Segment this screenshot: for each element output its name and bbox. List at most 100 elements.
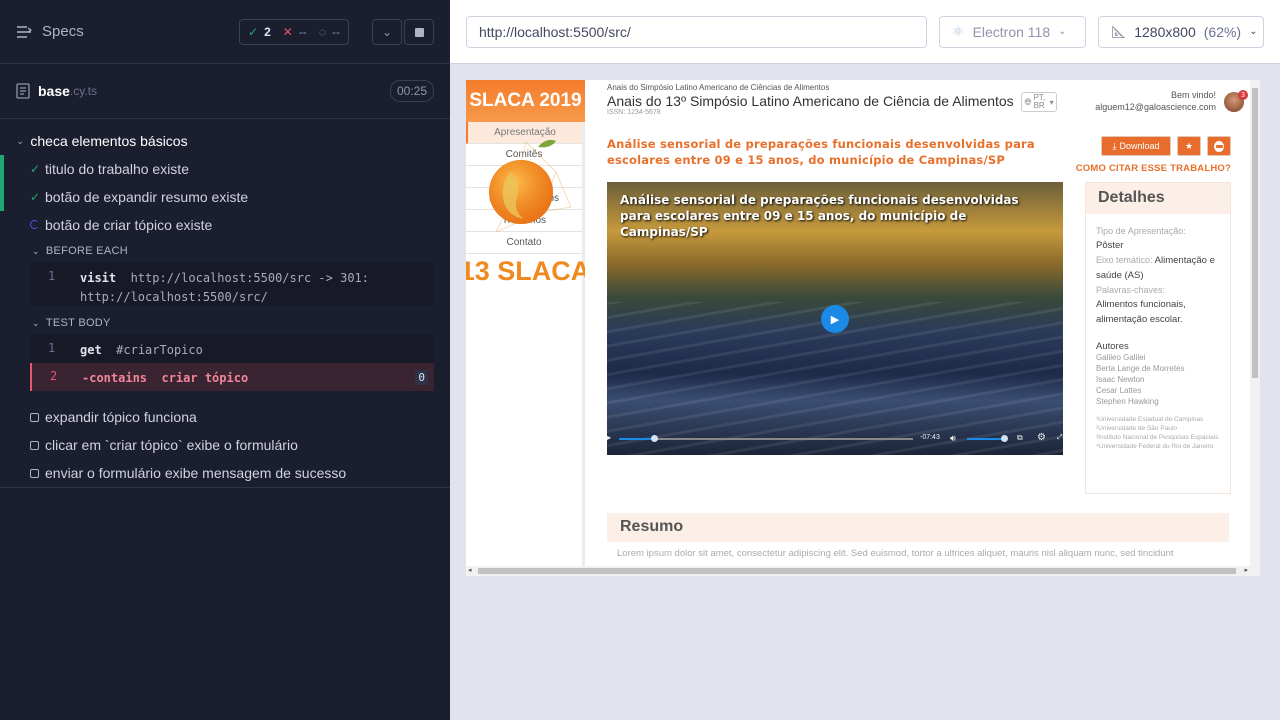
- check-icon: ✓: [248, 25, 259, 39]
- author-item[interactable]: Isaac Newton: [1086, 374, 1230, 385]
- author-item[interactable]: Stephen Hawking: [1086, 396, 1230, 407]
- affiliation-item: ⁴Universidade Federal do Rio de Janeiro: [1096, 443, 1214, 450]
- scroll-thumb[interactable]: [1252, 88, 1258, 378]
- captions-icon[interactable]: ⧉: [1017, 433, 1023, 443]
- horizontal-scrollbar[interactable]: ◂ ▸: [466, 566, 1260, 576]
- pending-icon: ◌: [318, 25, 326, 39]
- test-title: expandir tópico funciona: [45, 409, 197, 425]
- electron-icon: ⚛: [952, 23, 965, 39]
- test-row[interactable]: ✓ titulo do trabalho existe: [0, 155, 450, 183]
- paper-title: Análise sensorial de preparações funcion…: [607, 137, 1035, 167]
- play-button[interactable]: ▶: [821, 305, 849, 333]
- affiliation-list: ¹Universidade Estadual de Campinas ²Univ…: [1086, 415, 1230, 451]
- star-icon: ★: [1184, 140, 1194, 151]
- test-row-pending[interactable]: enviar o formulário exibe mensagem de su…: [0, 459, 450, 487]
- scroll-right-icon[interactable]: ▸: [1244, 566, 1248, 574]
- caret-down-icon: ▾: [1049, 97, 1054, 107]
- site-logo[interactable]: SLACA 2019: [466, 80, 585, 122]
- stats-summary: ✓ 2 ✕ -- ◌ --: [239, 19, 349, 45]
- specs-title[interactable]: Specs: [42, 23, 84, 40]
- x-icon: ✕: [282, 25, 293, 39]
- details-card: Detalhes Tipo de Apresentação: Pôster Ei…: [1085, 182, 1231, 494]
- welcome-text: Bem vindo!: [1170, 90, 1216, 100]
- volume-icon[interactable]: 🔊︎: [950, 433, 956, 444]
- command-name: -contains: [82, 371, 148, 385]
- language-selector[interactable]: 🌐︎ PT, BR ▾: [1021, 92, 1057, 112]
- progress-bar[interactable]: [619, 435, 913, 442]
- event-logo: 13 SLACA: [466, 122, 590, 297]
- affiliation-item: ²Universidade de São Paulo: [1096, 425, 1177, 432]
- event-logo-text: 13 SLACA: [466, 256, 585, 286]
- command-row[interactable]: 1 visit http://localhost:5500/src -> 301…: [30, 263, 434, 305]
- stop-button[interactable]: [404, 19, 434, 45]
- video-title: Análise sensorial de preparações funcion…: [620, 193, 1019, 239]
- pending-icon: [30, 412, 39, 422]
- viewport-size: 1280x800: [1134, 23, 1196, 40]
- before-each-hook[interactable]: ⌄ BEFORE EACH: [0, 239, 450, 263]
- command-arg: criar tópico: [161, 371, 249, 385]
- eixo-label: Eixo temático:: [1096, 255, 1153, 265]
- header-title: Anais do 13º Simpósio Latino Americano d…: [607, 93, 1014, 109]
- details-title: Detalhes: [1086, 183, 1230, 214]
- test-row[interactable]: ✓ botão de expandir resumo existe: [0, 183, 450, 211]
- chevron-down-button[interactable]: ⌄: [372, 19, 402, 45]
- progress-fill: [619, 438, 655, 440]
- progress-handle[interactable]: [651, 435, 659, 442]
- chevron-down-icon: ⌄: [381, 25, 393, 39]
- download-button[interactable]: ⤓ Download: [1101, 136, 1171, 156]
- author-item[interactable]: Berta Lange de Morretes: [1086, 363, 1230, 374]
- test-title: clicar em `criar tópico` exibe o formulá…: [45, 437, 298, 453]
- command-row[interactable]: 1 get #criarTopico: [30, 335, 434, 363]
- pending-icon: [30, 468, 39, 478]
- hook-label: TEST BODY: [45, 317, 111, 329]
- command-number: 1: [48, 269, 56, 283]
- test-title: enviar o formulário exibe mensagem de su…: [45, 465, 347, 481]
- url-bar[interactable]: http://localhost:5500/src/: [466, 15, 927, 48]
- check-icon: ✓: [30, 190, 41, 204]
- author-item[interactable]: Galileo Galilei: [1086, 352, 1230, 363]
- test-row-running[interactable]: botão de criar tópico existe: [0, 211, 450, 239]
- test-row-pending[interactable]: expandir tópico funciona: [0, 403, 450, 431]
- test-title: botão de criar tópico existe: [45, 217, 213, 233]
- resumo-title[interactable]: Resumo: [607, 513, 1229, 542]
- vertical-scrollbar[interactable]: [1250, 80, 1260, 566]
- failed-count: --: [298, 25, 307, 39]
- cite-link[interactable]: COMO CITAR ESSE TRABALHO?: [1076, 163, 1231, 174]
- viewport-info[interactable]: 📐︎ 1280x800 (62%) ⌄: [1098, 15, 1264, 48]
- notification-badge: 3: [1238, 90, 1248, 100]
- command-arg-cont: http://localhost:5500/src/: [80, 290, 268, 304]
- video-player[interactable]: Análise sensorial de preparações funcion…: [607, 182, 1063, 455]
- author-item[interactable]: Cesar Lattes: [1086, 385, 1230, 396]
- volume-handle[interactable]: [1001, 435, 1008, 442]
- check-icon: ✓: [30, 162, 41, 176]
- command-arg: http://localhost:5500/src -> 301:: [130, 271, 369, 285]
- site-sidebar: 13 SLACA Apresentação Comitês Autores Ei…: [466, 122, 590, 576]
- favorite-button[interactable]: ★: [1177, 136, 1201, 156]
- specs-list-icon[interactable]: [16, 25, 32, 39]
- test-body-hook[interactable]: ⌄ TEST BODY: [0, 311, 450, 335]
- browser-selector[interactable]: ⚛ Electron 118 ⌄: [939, 15, 1086, 48]
- download-icon: ⤓: [1112, 140, 1117, 151]
- scroll-thumb[interactable]: [478, 568, 1236, 574]
- fullscreen-icon[interactable]: ⤢: [1057, 434, 1063, 442]
- test-title: botão de expandir resumo existe: [45, 189, 249, 205]
- main-content: Análise sensorial de preparações funcion…: [607, 122, 1231, 494]
- gear-icon[interactable]: ⚙: [1037, 432, 1046, 443]
- command-row-pending[interactable]: 2 -contains criar tópico 0: [30, 363, 434, 391]
- volume-slider[interactable]: [967, 435, 1008, 442]
- test-row-pending[interactable]: clicar em `criar tópico` exibe o formulá…: [0, 431, 450, 459]
- resumo-section: Resumo Lorem ipsum dolor sit amet, conse…: [607, 513, 1229, 565]
- tipo-label: Tipo de Apresentação:: [1096, 226, 1186, 236]
- spec-file-row[interactable]: base .cy.ts 00:25: [0, 64, 450, 119]
- pending-icon: [30, 440, 39, 450]
- stop-icon: [414, 27, 424, 37]
- zoom-level: (62%): [1203, 23, 1242, 40]
- palavras-value: Alimentos funcionais, alimentação escola…: [1096, 299, 1186, 325]
- share-button[interactable]: [1207, 136, 1231, 156]
- play-small-icon[interactable]: ▶: [607, 433, 611, 442]
- scroll-left-icon[interactable]: ◂: [468, 566, 472, 574]
- paper-actions: ⤓ Download ★: [1101, 136, 1231, 156]
- suite-row[interactable]: ⌄ checa elementos básicos: [0, 127, 450, 155]
- affiliation-item: ³Instituto Nacional de Pesquisas Espacia…: [1096, 434, 1219, 441]
- url-text: http://localhost:5500/src/: [479, 23, 631, 40]
